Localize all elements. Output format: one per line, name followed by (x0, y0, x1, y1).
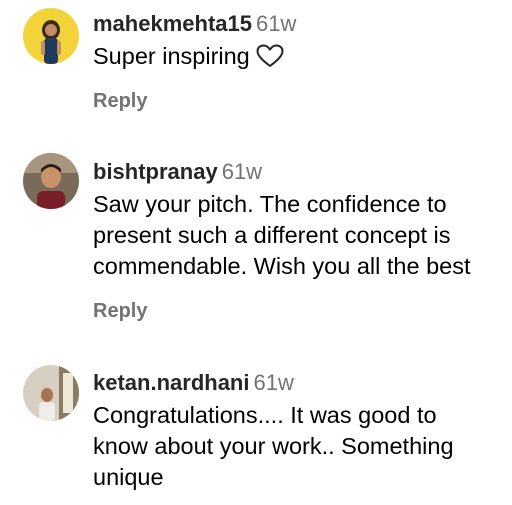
comment-line: present such a different concept is (93, 222, 451, 248)
comment-line: Congratulations.... It was good to (93, 402, 437, 428)
timestamp: 61w (255, 11, 297, 36)
comment-line: Super inspiring (93, 41, 504, 76)
comment-line: know about your work.. Something (93, 433, 454, 459)
comment-text: Super inspiring (93, 41, 504, 76)
comment-text: Saw your pitch. The confidence to presen… (93, 189, 504, 282)
comment-line: commendable. Wish you all the best (93, 253, 471, 279)
heart-icon[interactable] (256, 44, 284, 76)
reply-button[interactable]: Reply (93, 90, 147, 113)
comment-line: unique (93, 464, 164, 490)
username[interactable]: ketan.nardhani (93, 370, 249, 395)
avatar[interactable] (23, 365, 79, 421)
username[interactable]: bishtpranay (93, 159, 218, 184)
reply-button[interactable]: Reply (93, 300, 147, 323)
comment-line: Saw your pitch. The confidence to (93, 191, 447, 217)
comment-header: mahekmehta15 61w (93, 11, 504, 37)
timestamp: 61w (221, 159, 263, 184)
username[interactable]: mahekmehta15 (93, 11, 252, 36)
comment-header: ketan.nardhani 61w (93, 370, 504, 396)
comment-text: Congratulations.... It was good to know … (93, 400, 504, 493)
avatar[interactable] (23, 8, 79, 64)
comment-header: bishtpranay 61w (93, 159, 504, 185)
timestamp: 61w (253, 370, 294, 395)
avatar[interactable] (23, 153, 79, 209)
